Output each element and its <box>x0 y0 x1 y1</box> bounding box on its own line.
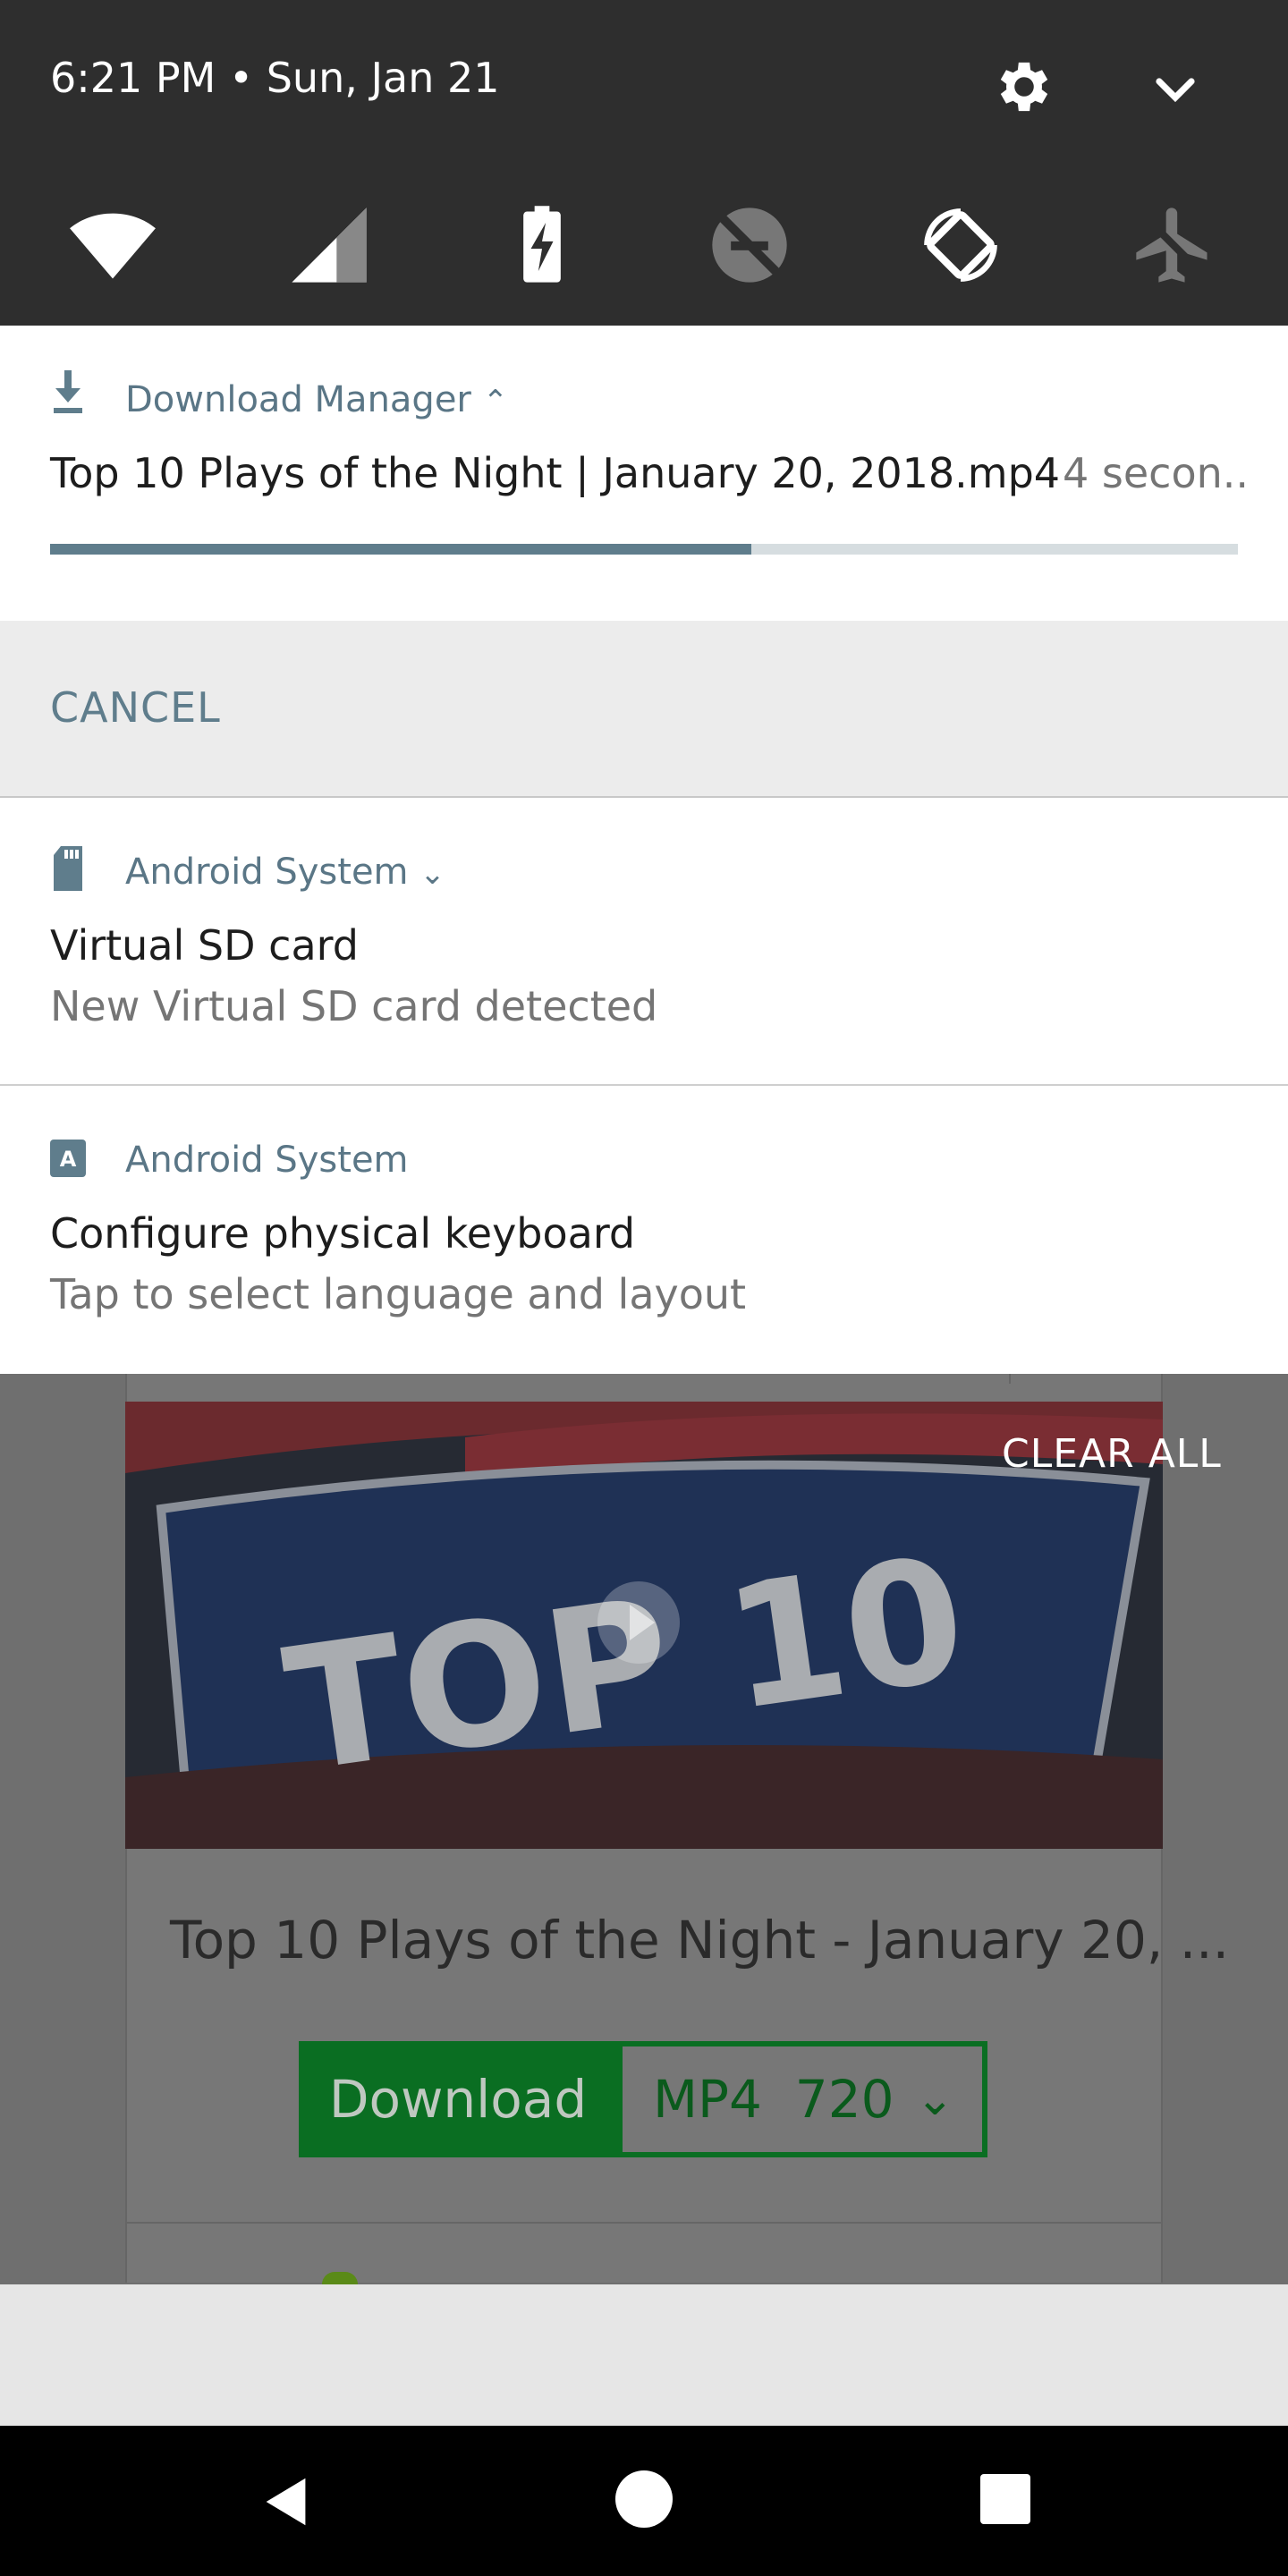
do-not-disturb-icon[interactable] <box>705 200 794 290</box>
download-button[interactable]: Download <box>299 2041 617 2157</box>
notification-text: New Virtual SD card detected <box>50 982 658 1030</box>
time-remaining: 4 secon.. <box>1063 449 1249 497</box>
download-progress-bar <box>50 544 1238 555</box>
notification-text: Tap to select language and layout <box>50 1270 747 1318</box>
notification-download[interactable]: Download Manager ⌃ Top 10 Plays of the N… <box>0 326 1288 621</box>
sd-card-icon <box>50 846 86 891</box>
page-bottom-area <box>0 2284 1288 2426</box>
notification-title: Virtual SD card <box>50 921 359 970</box>
notification-title: Top 10 Plays of the Night | January 20, … <box>50 449 1061 497</box>
download-progress-fill <box>50 544 751 555</box>
home-icon[interactable] <box>615 2470 673 2528</box>
download-controls: Download MP4 720 ⌄ <box>299 2041 987 2157</box>
chevron-down-icon[interactable]: ⌄ <box>419 856 445 892</box>
gear-icon[interactable] <box>991 54 1057 120</box>
cancel-button[interactable]: CANCEL <box>50 683 221 732</box>
notification-title: Configure physical keyboard <box>50 1209 636 1258</box>
android-logo-icon <box>322 2272 358 2284</box>
notification-sd-card[interactable]: Android System ⌄ Virtual SD card New Vir… <box>0 798 1288 1086</box>
app-name: Android System <box>125 1140 409 1181</box>
format-select[interactable]: MP4 720 ⌄ <box>617 2041 987 2157</box>
keyboard-language-icon: A <box>50 1136 86 1181</box>
auto-rotate-icon[interactable] <box>916 200 1005 290</box>
quick-settings-panel <box>0 0 1288 326</box>
cellular-signal-icon[interactable] <box>284 200 374 290</box>
notification-actions: CANCEL <box>0 621 1288 798</box>
format-value: MP4 720 <box>653 2069 894 2130</box>
app-name: Android System <box>125 852 409 893</box>
play-icon[interactable] <box>597 1581 680 1664</box>
chevron-down-icon[interactable] <box>1143 57 1208 122</box>
wifi-icon[interactable] <box>68 200 157 290</box>
battery-charging-icon[interactable] <box>497 200 587 290</box>
back-icon[interactable] <box>256 2470 318 2533</box>
app-name: Download Manager <box>125 379 471 420</box>
chevron-down-icon: ⌄ <box>915 2072 955 2126</box>
recents-icon[interactable] <box>980 2474 1030 2524</box>
airplane-mode-icon[interactable] <box>1129 200 1218 290</box>
download-icon <box>50 370 86 415</box>
card-divider <box>125 2222 1163 2224</box>
clear-all-button[interactable]: CLEAR ALL <box>1002 1431 1222 1477</box>
svg-text:A: A <box>60 1147 77 1172</box>
video-title[interactable]: Top 10 Plays of the Night - January 20, … <box>170 1910 1229 1970</box>
notification-keyboard[interactable]: A Android System Configure physical keyb… <box>0 1086 1288 1374</box>
chevron-up-icon[interactable]: ⌃ <box>483 384 509 419</box>
status-time-date: 6:21 PM • Sun, Jan 21 <box>50 54 500 102</box>
card-divider <box>1009 1373 1011 1384</box>
